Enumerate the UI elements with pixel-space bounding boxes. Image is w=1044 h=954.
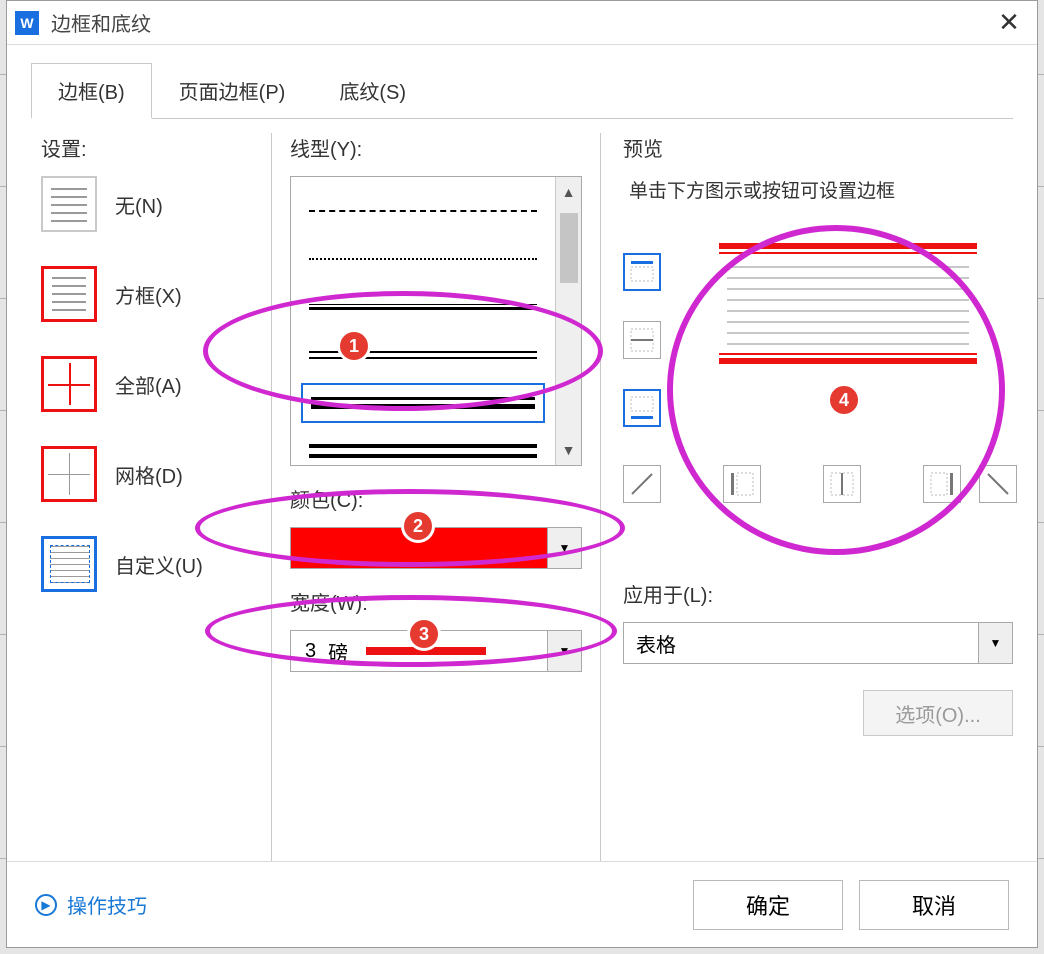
options-button: 选项(O)... bbox=[863, 690, 1013, 736]
setting-none-label: 无(N) bbox=[115, 190, 163, 219]
apply-to-section: 应用于(L): 表格 ▼ bbox=[623, 579, 1013, 664]
width-value: 3 bbox=[305, 640, 316, 663]
color-label: 颜色(C): bbox=[290, 484, 582, 513]
setting-box[interactable]: 方框(X) bbox=[41, 266, 271, 322]
diag-icon bbox=[629, 471, 655, 497]
tab-border[interactable]: 边框(B) bbox=[31, 63, 152, 119]
preview-border-left-button[interactable] bbox=[723, 465, 761, 503]
apply-to-value: 表格 bbox=[636, 629, 676, 658]
setting-all-label: 全部(A) bbox=[115, 370, 182, 399]
apply-to-label: 应用于(L): bbox=[623, 579, 1013, 608]
preview-area bbox=[623, 243, 1013, 523]
preview-border-bottom-button[interactable] bbox=[623, 389, 661, 427]
close-icon: ✕ bbox=[998, 7, 1020, 38]
preview-hint: 单击下方图示或按钮可设置边框 bbox=[629, 176, 1013, 203]
border-bottom-icon bbox=[629, 395, 655, 421]
line-style-option[interactable] bbox=[301, 191, 545, 231]
preview-column: 预览 单击下方图示或按钮可设置边框 bbox=[601, 133, 1013, 861]
scroll-up-icon[interactable]: ▲ bbox=[556, 177, 581, 207]
setting-grid-label: 网格(D) bbox=[115, 460, 183, 489]
apply-to-select[interactable]: 表格 ▼ bbox=[623, 622, 1013, 664]
border-vmid-icon bbox=[829, 471, 855, 497]
border-top-icon bbox=[629, 259, 655, 285]
borders-shading-dialog: W 边框和底纹 ✕ 边框(B) 页面边框(P) 底纹(S) 设置: 无(N) 方… bbox=[6, 0, 1038, 948]
settings-label: 设置: bbox=[41, 133, 271, 162]
border-left-icon bbox=[729, 471, 755, 497]
preview-border-hmid-button[interactable] bbox=[623, 321, 661, 359]
chevron-down-icon: ▼ bbox=[547, 631, 581, 671]
dialog-body: 设置: 无(N) 方框(X) 全部(A) 网格(D) 自定义(U) bbox=[7, 119, 1037, 861]
color-picker[interactable]: ▼ bbox=[290, 527, 582, 569]
all-icon bbox=[41, 356, 97, 412]
border-hmid-icon bbox=[629, 327, 655, 353]
dialog-footer: ▶ 操作技巧 确定 取消 bbox=[7, 861, 1037, 947]
setting-grid[interactable]: 网格(D) bbox=[41, 446, 271, 502]
diag-icon bbox=[985, 471, 1011, 497]
tab-shading[interactable]: 底纹(S) bbox=[312, 63, 433, 119]
line-style-label: 线型(Y): bbox=[290, 133, 582, 162]
setting-custom-label: 自定义(U) bbox=[115, 550, 203, 579]
dialog-title: 边框和底纹 bbox=[51, 8, 151, 37]
setting-none[interactable]: 无(N) bbox=[41, 176, 271, 232]
chevron-down-icon: ▼ bbox=[978, 623, 1012, 663]
line-style-list[interactable]: ▲ ▼ bbox=[290, 176, 582, 466]
close-button[interactable]: ✕ bbox=[989, 3, 1029, 43]
width-sample-bar bbox=[366, 647, 486, 655]
grid-icon bbox=[41, 446, 97, 502]
chevron-down-icon: ▼ bbox=[547, 528, 581, 568]
preview-bottom-border bbox=[719, 358, 977, 364]
preview-diag2-button[interactable] bbox=[979, 465, 1017, 503]
setting-custom[interactable]: 自定义(U) bbox=[41, 536, 271, 592]
preview-border-right-button[interactable] bbox=[923, 465, 961, 503]
line-style-scrollbar[interactable]: ▲ ▼ bbox=[555, 177, 581, 465]
ok-button[interactable]: 确定 bbox=[693, 880, 843, 930]
preview-label: 预览 bbox=[623, 133, 1013, 162]
scroll-thumb[interactable] bbox=[560, 213, 578, 283]
cancel-button[interactable]: 取消 bbox=[859, 880, 1009, 930]
preview-diag1-button[interactable] bbox=[623, 465, 661, 503]
settings-column: 设置: 无(N) 方框(X) 全部(A) 网格(D) 自定义(U) bbox=[41, 133, 271, 861]
border-right-icon bbox=[929, 471, 955, 497]
width-label: 宽度(W): bbox=[290, 587, 582, 616]
tips-label: 操作技巧 bbox=[67, 890, 147, 919]
scroll-down-icon[interactable]: ▼ bbox=[556, 435, 581, 465]
none-icon bbox=[41, 176, 97, 232]
line-style-option-selected[interactable] bbox=[301, 383, 545, 423]
titlebar: W 边框和底纹 ✕ bbox=[7, 1, 1037, 45]
app-icon: W bbox=[15, 11, 39, 35]
setting-box-label: 方框(X) bbox=[115, 280, 182, 309]
line-style-list-body bbox=[291, 177, 555, 465]
setting-all[interactable]: 全部(A) bbox=[41, 356, 271, 412]
line-style-option[interactable] bbox=[301, 335, 545, 375]
tab-bar: 边框(B) 页面边框(P) 底纹(S) bbox=[7, 45, 1037, 119]
tips-link[interactable]: ▶ 操作技巧 bbox=[35, 890, 147, 919]
tab-page-border[interactable]: 页面边框(P) bbox=[152, 63, 313, 119]
preview-canvas[interactable] bbox=[713, 243, 983, 433]
custom-icon bbox=[41, 536, 97, 592]
play-icon: ▶ bbox=[35, 894, 57, 916]
line-style-option[interactable] bbox=[301, 239, 545, 279]
line-style-option[interactable] bbox=[301, 431, 545, 465]
line-style-column: 线型(Y): ▲ ▼ 颜色(C): bbox=[271, 133, 601, 861]
box-icon bbox=[41, 266, 97, 322]
preview-border-top-button[interactable] bbox=[623, 253, 661, 291]
width-unit: 磅 bbox=[328, 637, 348, 666]
width-value-area: 3 磅 bbox=[291, 637, 547, 666]
color-swatch bbox=[291, 528, 547, 568]
preview-border-vmid-button[interactable] bbox=[823, 465, 861, 503]
line-style-option[interactable] bbox=[301, 287, 545, 327]
width-picker[interactable]: 3 磅 ▼ bbox=[290, 630, 582, 672]
